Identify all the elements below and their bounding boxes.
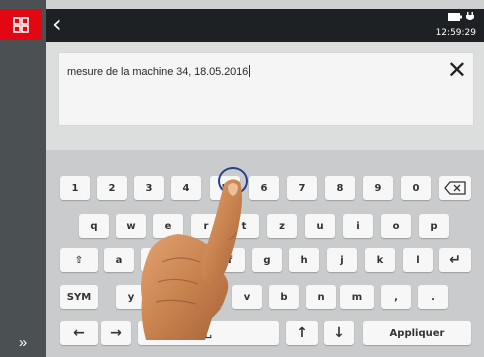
key-comma[interactable]: , bbox=[381, 285, 411, 309]
status-icons bbox=[448, 12, 474, 22]
key-i[interactable]: i bbox=[343, 214, 373, 238]
backspace-key[interactable] bbox=[439, 176, 471, 200]
left-rail: » bbox=[0, 0, 46, 357]
key-6[interactable]: 6 bbox=[249, 176, 279, 200]
key-d[interactable]: d bbox=[178, 248, 208, 272]
cursor-right-key[interactable]: → bbox=[101, 321, 131, 345]
key-t[interactable]: t bbox=[229, 214, 259, 238]
key-b[interactable]: b bbox=[269, 285, 299, 309]
screen: » ‹ 12:59:29 mesure de la machine 34, 18… bbox=[0, 0, 484, 357]
key-8[interactable]: 8 bbox=[325, 176, 355, 200]
key-a[interactable]: a bbox=[104, 248, 134, 272]
app-grid-icon bbox=[13, 16, 29, 33]
key-q[interactable]: q bbox=[79, 214, 109, 238]
key-n[interactable]: n bbox=[306, 285, 336, 309]
key-x[interactable]: x bbox=[154, 285, 184, 309]
key-s[interactable]: s bbox=[141, 248, 171, 272]
note-text-field-value: mesure de la machine 34, 18.05.2016 bbox=[67, 65, 251, 78]
close-icon: ✕ bbox=[446, 56, 467, 84]
top-bar: ‹ 12:59:29 bbox=[46, 9, 484, 42]
key-0[interactable]: 0 bbox=[401, 176, 431, 200]
key-l[interactable]: l bbox=[403, 248, 433, 272]
note-text-field[interactable]: mesure de la machine 34, 18.05.2016 ✕ bbox=[58, 52, 474, 126]
on-screen-keyboard: 1 2 3 4 5 6 7 8 9 0 q w e r t z u i o p … bbox=[46, 150, 484, 357]
content-area: mesure de la machine 34, 18.05.2016 ✕ bbox=[46, 42, 484, 150]
clock: 12:59:29 bbox=[435, 28, 476, 38]
key-7[interactable]: 7 bbox=[287, 176, 317, 200]
key-1[interactable]: 1 bbox=[60, 176, 90, 200]
sym-key[interactable]: SYM bbox=[60, 285, 98, 309]
key-p[interactable]: p bbox=[419, 214, 449, 238]
back-button[interactable]: ‹ bbox=[52, 12, 62, 36]
key-e[interactable]: e bbox=[153, 214, 183, 238]
cursor-down-key[interactable]: ↓ bbox=[324, 321, 354, 345]
double-chevron-right-icon: » bbox=[18, 333, 28, 351]
key-v[interactable]: v bbox=[232, 285, 262, 309]
key-o[interactable]: o bbox=[381, 214, 411, 238]
cursor-up-key[interactable]: ↑ bbox=[286, 321, 318, 345]
key-4[interactable]: 4 bbox=[171, 176, 201, 200]
key-f[interactable]: f bbox=[215, 248, 245, 272]
key-2[interactable]: 2 bbox=[97, 176, 127, 200]
expand-rail-button[interactable]: » bbox=[0, 327, 46, 357]
shift-key[interactable]: ⇧ bbox=[60, 248, 98, 272]
cursor-left-key[interactable]: ← bbox=[60, 321, 98, 345]
chevron-left-icon: ‹ bbox=[52, 10, 62, 38]
key-g[interactable]: g bbox=[252, 248, 282, 272]
battery-icon bbox=[448, 13, 462, 21]
enter-key[interactable]: ↵ bbox=[439, 248, 471, 272]
clear-text-button[interactable]: ✕ bbox=[447, 57, 467, 83]
key-j[interactable]: j bbox=[327, 248, 357, 272]
key-u[interactable]: u bbox=[305, 214, 335, 238]
key-m[interactable]: m bbox=[340, 285, 374, 309]
app-menu-button[interactable] bbox=[0, 9, 42, 40]
key-w[interactable]: w bbox=[116, 214, 146, 238]
key-y[interactable]: y bbox=[116, 285, 146, 309]
backspace-icon bbox=[444, 181, 466, 195]
key-h[interactable]: h bbox=[289, 248, 319, 272]
text-caret bbox=[249, 65, 251, 77]
key-9[interactable]: 9 bbox=[363, 176, 393, 200]
key-z[interactable]: z bbox=[267, 214, 297, 238]
key-period[interactable]: . bbox=[418, 285, 448, 309]
key-r[interactable]: r bbox=[191, 214, 221, 238]
space-key[interactable]: ␣ bbox=[138, 321, 279, 345]
key-k[interactable]: k bbox=[365, 248, 395, 272]
touch-indicator bbox=[218, 167, 248, 195]
key-3[interactable]: 3 bbox=[134, 176, 164, 200]
key-c[interactable]: c bbox=[192, 285, 222, 309]
apply-button[interactable]: Appliquer bbox=[363, 321, 471, 345]
power-plug-icon bbox=[466, 12, 474, 20]
